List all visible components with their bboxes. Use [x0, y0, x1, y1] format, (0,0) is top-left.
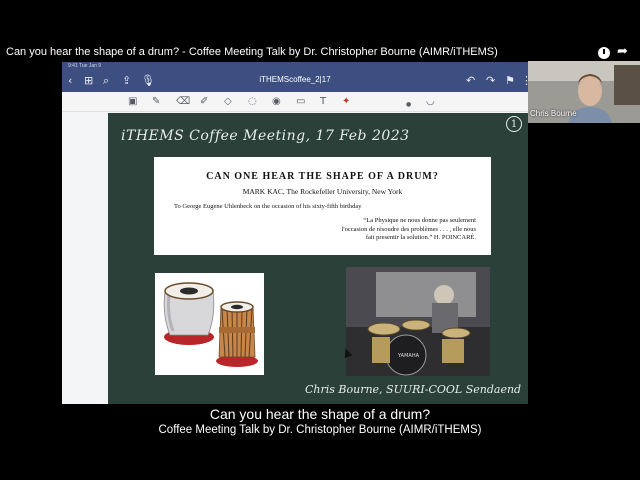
- dot-icon[interactable]: ●: [406, 98, 411, 112]
- goodnotes-screen: 9:41 Tue Jan 9 ‹ ⊞ ⌕ ⇪ 🎙 iTHEMScoffee_2|…: [62, 62, 528, 404]
- caption-subtitle: Coffee Meeting Talk by Dr. Christopher B…: [158, 424, 482, 436]
- webcam-view: Chris Bourne: [528, 61, 640, 123]
- paper-excerpt: CAN ONE HEAR THE SHAPE OF A DRUM? MARK K…: [154, 157, 491, 255]
- paper-quote: “La Physique ne nous donne pas seulement…: [296, 217, 476, 243]
- shapes-icon[interactable]: ◇: [224, 95, 232, 109]
- document-title[interactable]: iTHEMScoffee_2|17: [62, 75, 528, 84]
- undo-icon[interactable]: ↶: [466, 73, 475, 89]
- eraser-icon[interactable]: ⌫: [176, 95, 190, 109]
- status-bar: 9:41 Tue Jan 9: [62, 62, 528, 70]
- handwritten-signature: Chris Bourne, SUURI-COOL Sendaend: [305, 383, 522, 396]
- participant-name: Chris Bourne: [530, 109, 577, 118]
- page-canvas[interactable]: iTHEMS Coffee Meeting, 17 Feb 2023 1 CAN…: [62, 113, 528, 404]
- zoom-window-icon[interactable]: ▣: [128, 95, 137, 109]
- paper-heading: CAN ONE HEAR THE SHAPE OF A DRUM?: [206, 171, 439, 182]
- more-icon[interactable]: ⋮: [521, 73, 528, 89]
- clock-icon[interactable]: [598, 47, 610, 59]
- slide-board[interactable]: iTHEMS Coffee Meeting, 17 Feb 2023 1 CAN…: [108, 113, 528, 404]
- quote-line: l'occasion de résoudre des problèmes . .…: [341, 225, 476, 233]
- quote-line: “La Physique ne nous donne pas seulement: [363, 217, 476, 224]
- text-icon[interactable]: T: [320, 95, 326, 109]
- redo-icon[interactable]: ↷: [486, 73, 495, 89]
- svg-text:YAMAHA: YAMAHA: [397, 353, 420, 359]
- lasso-icon[interactable]: ◌: [248, 95, 257, 109]
- handwritten-title: iTHEMS Coffee Meeting, 17 Feb 2023: [121, 128, 410, 144]
- tabla-image: [155, 273, 264, 375]
- toolbar: ▣ ✎ ⌫ ✐ ◇ ◌ ◉ ▭ T ✦ ● ◡: [62, 92, 528, 112]
- highlighter-icon[interactable]: ✐: [200, 95, 208, 109]
- navigation-bar: ‹ ⊞ ⌕ ⇪ 🎙 iTHEMScoffee_2|17 ↶ ↷ ⚑ ⋮: [62, 70, 528, 92]
- caption-title: Can you hear the shape of a drum?: [209, 406, 431, 422]
- stroke-icon[interactable]: ◡: [426, 95, 435, 109]
- bookmark-icon[interactable]: ⚑: [505, 73, 515, 89]
- share-icon[interactable]: ➦: [617, 44, 628, 59]
- page-number: 1: [506, 116, 522, 132]
- image-icon[interactable]: ◉: [272, 95, 281, 109]
- laser-icon[interactable]: ✦: [342, 95, 350, 109]
- drummer-photo: YAMAHA: [346, 267, 490, 376]
- camera-icon[interactable]: ▭: [296, 95, 305, 109]
- pen-icon[interactable]: ✎: [152, 95, 160, 109]
- video-title[interactable]: Can you hear the shape of a drum? - Coff…: [6, 46, 498, 58]
- paper-author: MARK KAC, The Rockefeller University, Ne…: [242, 187, 403, 196]
- paper-dedication: To George Eugene Uhlenbeck on the occasi…: [174, 203, 362, 210]
- quote-line: fait presentir la solution.” H. POINCARÉ…: [365, 234, 476, 241]
